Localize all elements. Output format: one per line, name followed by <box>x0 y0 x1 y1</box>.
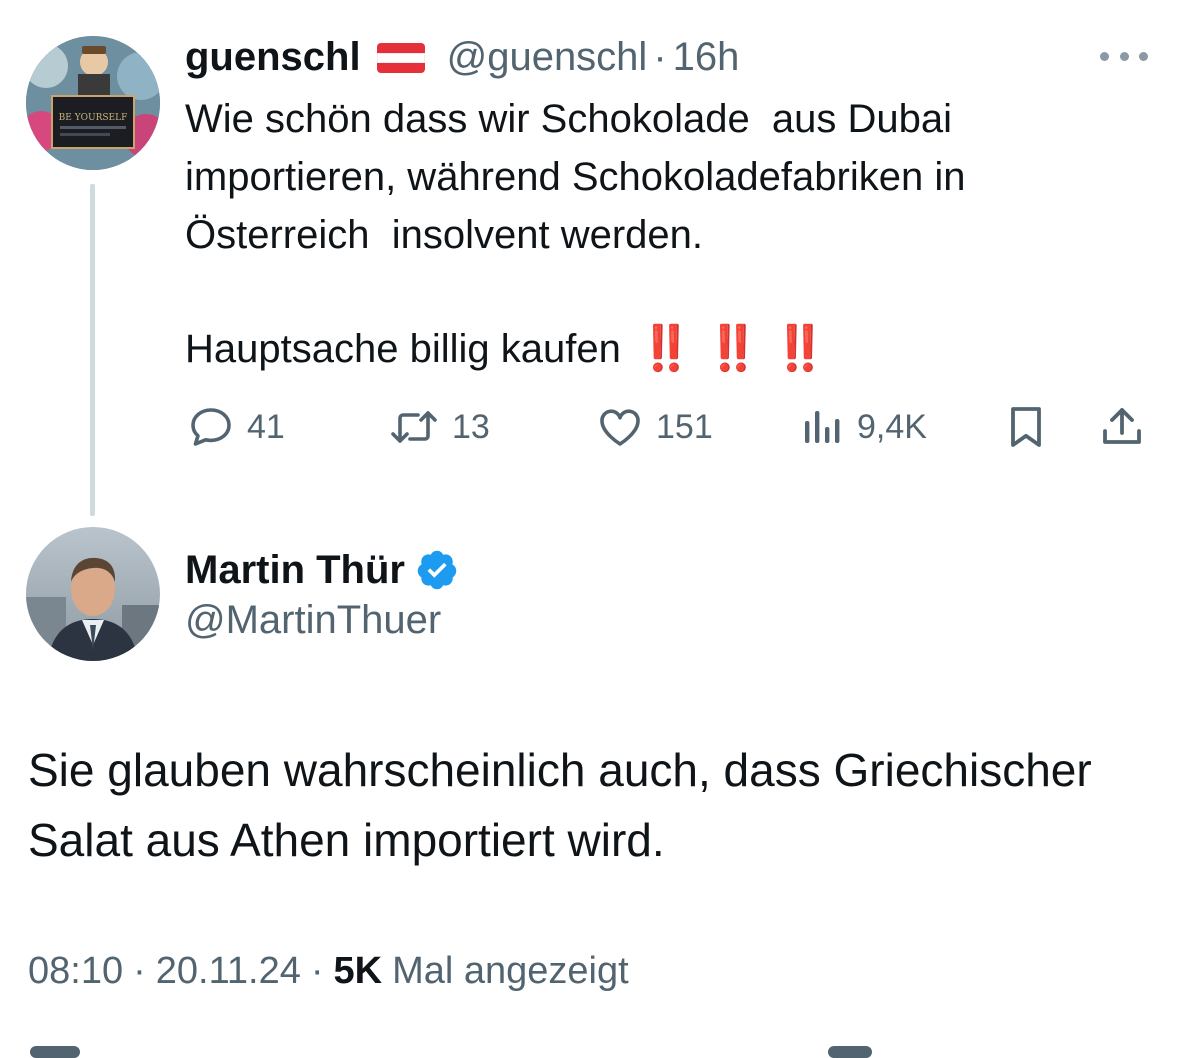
parent-tweet-text-line2: Hauptsache billig kaufen ‼️ ‼️ ‼️ <box>185 320 827 378</box>
tweet-meta: 08:10 · 20.11.24 · 5K Mal angezeigt <box>28 950 629 993</box>
avatar-image: BE YOURSELF <box>26 36 160 170</box>
avatar-image <box>26 527 160 661</box>
reply-icon <box>187 403 235 451</box>
views-count: 9,4K <box>857 407 927 446</box>
guenschl-avatar[interactable]: BE YOURSELF <box>26 36 160 170</box>
like-count: 151 <box>656 407 713 446</box>
views-button[interactable]: 9,4K <box>801 400 927 454</box>
cut-off-action-icon <box>30 1046 80 1058</box>
bookmark-button[interactable] <box>1004 400 1048 454</box>
reply-handle[interactable]: @MartinThuer <box>185 598 441 643</box>
svg-text:BE YOURSELF: BE YOURSELF <box>59 113 128 123</box>
reply-count: 41 <box>247 407 285 446</box>
reply-tweet-text: Sie glauben wahrscheinlich auch, dass Gr… <box>28 744 1092 866</box>
reply-tweet-header: Martin Thür <box>185 543 459 597</box>
share-icon <box>1098 403 1146 451</box>
tweet-views-count: 5K <box>333 950 383 992</box>
retweet-count: 13 <box>452 407 490 446</box>
parent-tweet-text-tail: Hauptsache billig kaufen <box>185 327 621 371</box>
verified-badge-icon[interactable] <box>415 548 459 592</box>
parent-tweet-text: Wie schön dass wir Schokolade aus Dubai … <box>185 97 977 257</box>
tweet-views-label: Mal angezeigt <box>392 950 629 992</box>
tweet-time[interactable]: 08:10 <box>28 950 123 993</box>
retweet-button[interactable]: 13 <box>388 400 490 454</box>
austria-flag-icon <box>376 43 425 73</box>
parent-tweet-header: guenschl @guenschl · 16h <box>185 32 739 82</box>
double-exclamation-icon: ‼️ <box>638 324 694 373</box>
like-button[interactable]: 151 <box>596 400 713 454</box>
meta-separator: · <box>133 950 146 992</box>
reply-button[interactable]: 41 <box>187 400 285 454</box>
header-separator: · <box>653 34 667 79</box>
parent-handle[interactable]: @guenschl <box>447 35 648 80</box>
parent-display-name[interactable]: guenschl <box>185 35 361 80</box>
more-horizontal-icon[interactable] <box>1100 46 1148 66</box>
martin-thuer-avatar[interactable] <box>26 527 160 661</box>
tweet-date[interactable]: 20.11.24 <box>156 950 301 993</box>
parent-timestamp[interactable]: 16h <box>673 35 740 80</box>
double-exclamation-emoji-group: ‼️ ‼️ ‼️ <box>638 320 827 378</box>
share-button[interactable] <box>1098 400 1146 454</box>
meta-separator: · <box>310 950 324 992</box>
reply-display-name[interactable]: Martin Thür <box>185 548 405 593</box>
double-exclamation-icon: ‼️ <box>772 324 827 373</box>
double-exclamation-icon: ‼️ <box>705 324 761 373</box>
heart-icon <box>596 403 644 451</box>
thread-connector-line <box>90 184 95 516</box>
cut-off-action-icon <box>828 1046 872 1058</box>
views-chart-icon <box>801 403 845 451</box>
retweet-icon <box>388 403 440 451</box>
bookmark-icon <box>1004 403 1048 451</box>
